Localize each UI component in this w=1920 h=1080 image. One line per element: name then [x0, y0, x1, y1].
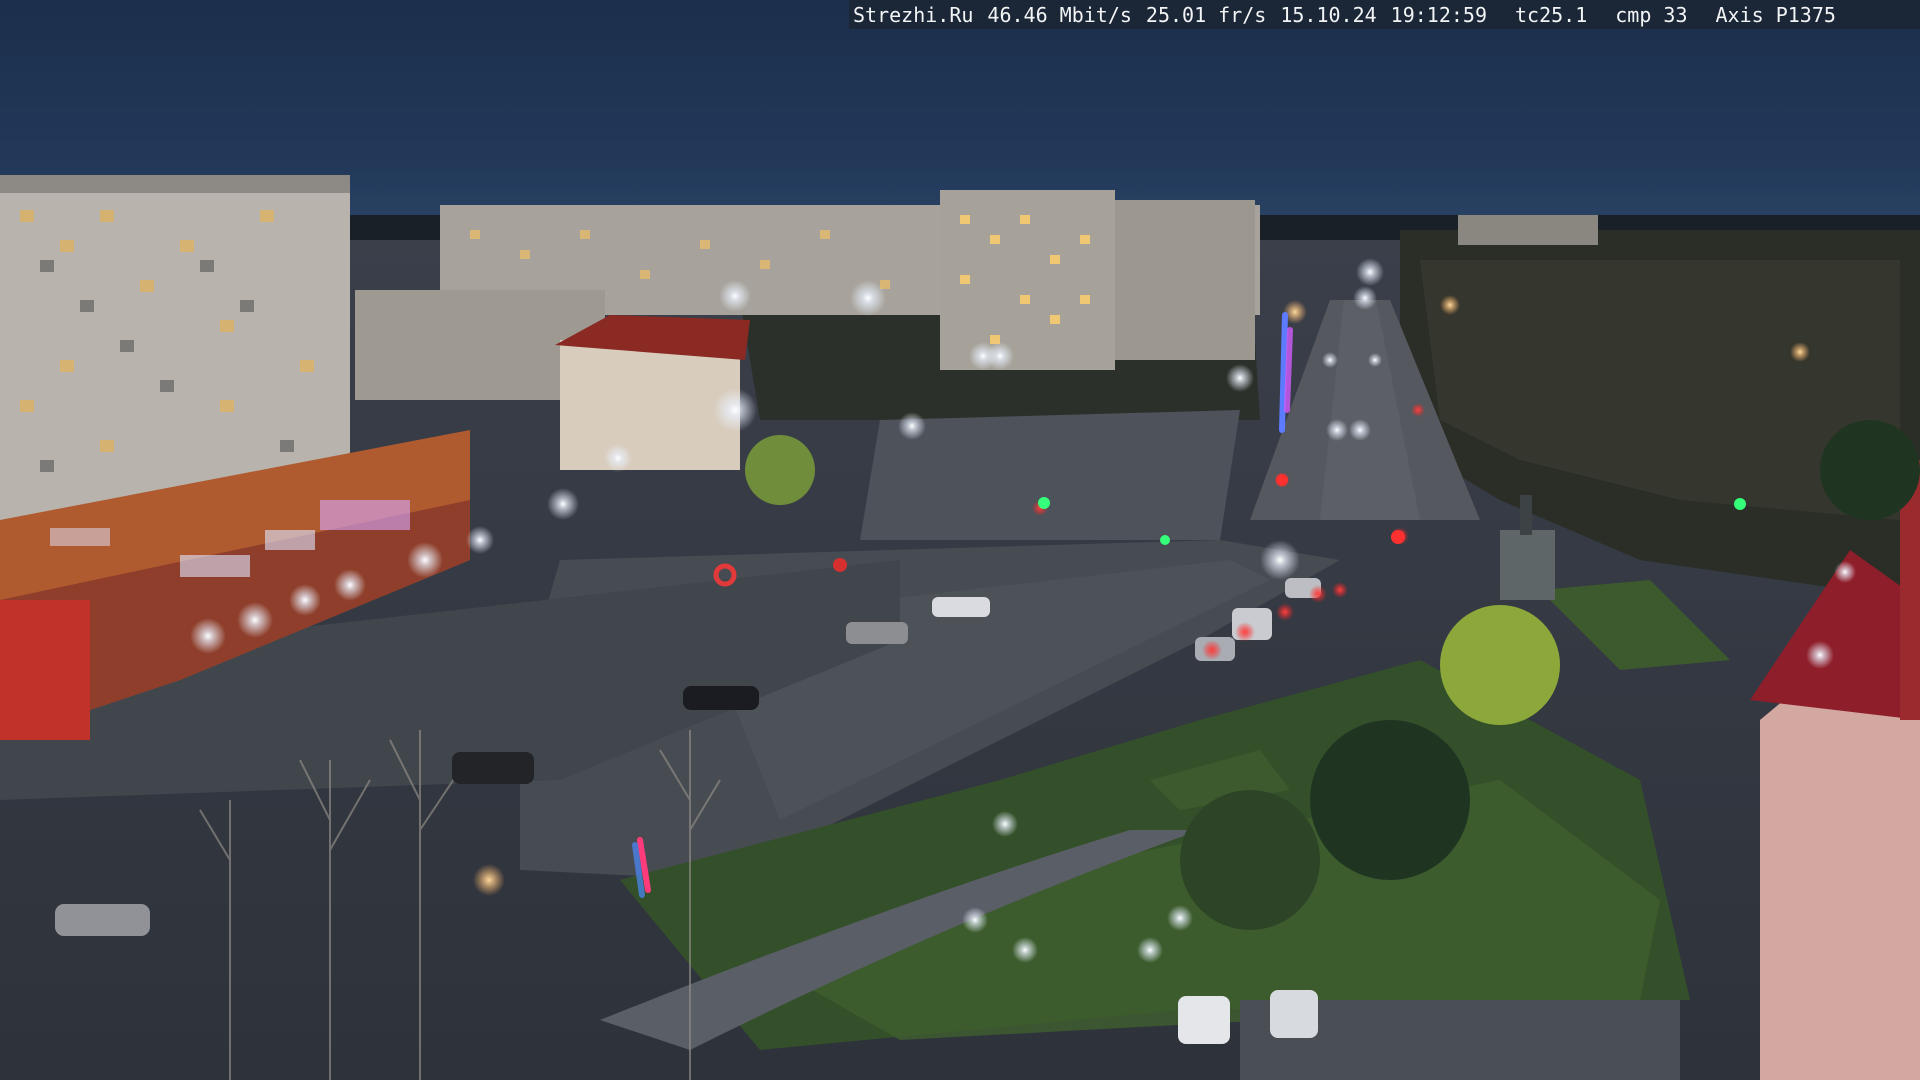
- framerate-readout: 25.01 fr/s: [1145, 2, 1267, 27]
- red-roof-building: [560, 340, 740, 470]
- tree: [745, 435, 815, 505]
- city-scene: [0, 0, 1920, 1080]
- car: [55, 904, 150, 936]
- tree: [1820, 420, 1920, 520]
- tree: [1180, 790, 1320, 930]
- car: [932, 597, 990, 617]
- camera-model: Axis P1375: [1715, 2, 1836, 27]
- compression-readout: cmp 33: [1615, 2, 1688, 27]
- monument: [1500, 530, 1555, 600]
- tree: [1310, 720, 1470, 880]
- store-sign-glow: [320, 500, 410, 530]
- distant-building: [1458, 215, 1598, 245]
- car: [452, 752, 534, 784]
- car: [846, 622, 908, 644]
- camera-view: Strezhi.Ru 46.46 Mbit/s 25.01 fr/s 15.10.24…: [0, 0, 1920, 1080]
- camera-status-overlay: Strezhi.Ru 46.46 Mbit/s 25.01 fr/s 15.10.24…: [849, 0, 1920, 29]
- car: [1178, 996, 1230, 1044]
- site-name: Strezhi.Ru: [853, 2, 974, 27]
- date-readout: 15.10.24: [1280, 2, 1377, 27]
- car: [683, 686, 759, 710]
- tree: [1440, 605, 1560, 725]
- time-readout: 19:12:59: [1390, 2, 1487, 27]
- bitrate-readout: 46.46 Mbit/s: [987, 2, 1132, 27]
- car: [1270, 990, 1318, 1038]
- tc-readout: tc25.1: [1515, 2, 1588, 27]
